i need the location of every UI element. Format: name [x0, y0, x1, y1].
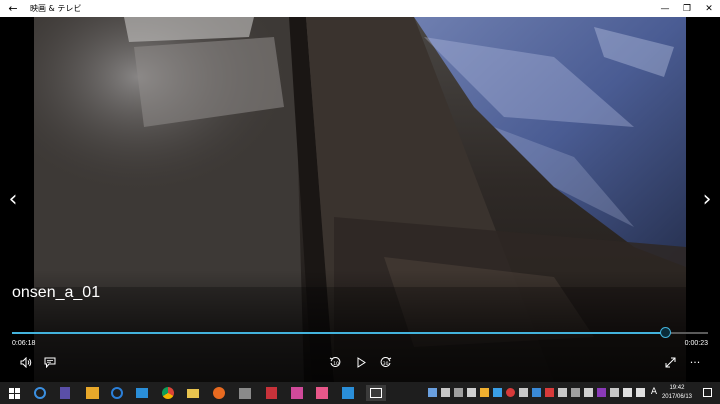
remaining-time: 0:00:23 [684, 340, 708, 347]
app-icon [239, 387, 251, 399]
taskbar-firefox[interactable] [211, 385, 227, 401]
back-arrow-icon: ← [8, 2, 18, 15]
clock-date: 2017/06/13 [661, 394, 692, 400]
ime-indicator[interactable]: A [651, 387, 657, 397]
firefox-icon [213, 387, 225, 399]
app-icon [291, 387, 303, 399]
tray-icon-12[interactable] [571, 388, 580, 397]
onenote-tray-icon[interactable] [597, 388, 606, 397]
taskbar-app-12[interactable] [314, 385, 330, 401]
tray-icon-6[interactable] [493, 388, 502, 397]
tray-icon-13[interactable] [584, 388, 593, 397]
close-button[interactable]: ✕ [698, 0, 720, 17]
network-icon[interactable] [623, 388, 632, 397]
folder-icon [187, 388, 199, 398]
volume-button[interactable] [18, 354, 34, 370]
app-icon [316, 387, 328, 399]
tray-icon-8[interactable] [519, 388, 528, 397]
app-title: 映画 & テレビ [30, 4, 82, 13]
app-icon [265, 387, 277, 399]
taskbar-app-13[interactable] [340, 385, 356, 401]
title-bar: ← 映画 & テレビ — ❐ ✕ [0, 0, 720, 17]
seek-bar[interactable] [12, 327, 708, 338]
fullscreen-button[interactable] [662, 354, 678, 370]
minimize-button[interactable]: — [654, 0, 676, 17]
taskbar-explorer[interactable] [185, 385, 201, 401]
more-options-button[interactable]: ··· [686, 354, 704, 370]
clapperboard-icon [370, 388, 382, 398]
taskbar-app-5[interactable] [134, 385, 150, 401]
movies-tv-window: ← 映画 & テレビ — ❐ ✕ ‹ › onsen_a_01 0:06:18 … [0, 0, 720, 404]
close-icon: ✕ [705, 3, 713, 14]
maximize-button[interactable]: ❐ [676, 0, 698, 17]
taskbar-movies-tv[interactable] [366, 385, 386, 401]
expand-icon [665, 357, 675, 367]
clock-time: 19:42 [669, 385, 685, 391]
app-tile-icon [136, 388, 148, 398]
chevron-right-icon: › [702, 187, 712, 212]
cloud-tray-icon[interactable] [610, 388, 619, 397]
taskbar-app-9[interactable] [237, 385, 253, 401]
tray-icon-1[interactable] [428, 388, 437, 397]
seek-progress [12, 332, 667, 334]
tray-icon-10[interactable] [545, 388, 554, 397]
more-icon: ··· [689, 355, 701, 369]
back-button[interactable]: ← [0, 0, 26, 17]
video-title: onsen_a_01 [12, 284, 101, 301]
taskbar-app-10[interactable] [263, 385, 279, 401]
taskbar-app-3[interactable] [84, 385, 100, 401]
play-icon [357, 356, 366, 368]
edge-icon [34, 387, 46, 399]
play-button[interactable] [353, 354, 369, 370]
app-icon [60, 387, 70, 399]
start-button[interactable] [6, 385, 22, 401]
taskbar-edge[interactable] [32, 385, 48, 401]
tray-icon-5[interactable] [480, 388, 489, 397]
volume-tray-icon[interactable] [636, 388, 645, 397]
action-center-icon[interactable] [703, 388, 712, 397]
subtitles-icon [44, 357, 56, 368]
tray-icon-2[interactable] [441, 388, 450, 397]
subtitles-button[interactable] [42, 354, 58, 370]
forward-30-icon: 30 [380, 356, 391, 367]
svg-text:10: 10 [333, 361, 339, 367]
tray-icon-11[interactable] [558, 388, 567, 397]
tray-icon-9[interactable] [532, 388, 541, 397]
taskbar-ie[interactable] [109, 385, 125, 401]
chrome-icon [162, 387, 174, 399]
replay-10-icon: 10 [329, 356, 340, 367]
taskbar-app-2[interactable] [57, 385, 73, 401]
next-video-button[interactable]: › [697, 186, 717, 214]
tray-icon-7[interactable] [506, 388, 515, 397]
tray-icon-4[interactable] [467, 388, 476, 397]
svg-text:30: 30 [382, 361, 388, 367]
tray-icon-3[interactable] [454, 388, 463, 397]
restore-icon: ❐ [682, 3, 692, 14]
skip-forward-30-button[interactable]: 30 [377, 354, 393, 370]
minimize-icon: — [660, 3, 670, 14]
notes-icon [85, 387, 99, 399]
clock[interactable]: 19:42 2017/06/13 [662, 384, 692, 402]
elapsed-time: 0:06:18 [12, 340, 36, 347]
taskbar-app-11[interactable] [289, 385, 305, 401]
speaker-icon [20, 356, 32, 368]
windows-logo-icon [8, 387, 20, 399]
previous-video-button[interactable]: ‹ [3, 186, 23, 214]
windows-taskbar: A 19:42 2017/06/13 [0, 382, 720, 404]
skip-back-10-button[interactable]: 10 [327, 354, 343, 370]
taskbar-chrome[interactable] [160, 385, 176, 401]
app-icon [342, 387, 354, 399]
ie-icon [111, 387, 123, 399]
chevron-left-icon: ‹ [8, 187, 18, 212]
